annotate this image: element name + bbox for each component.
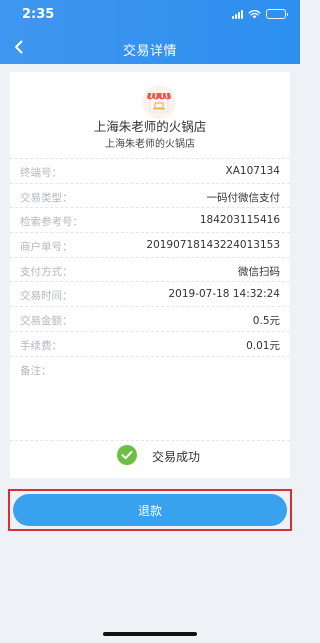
store-icon [142,85,176,119]
detail-row-reference: 检索参考号： 184203115416 [10,207,290,232]
detail-list: 终端号： XA107134 交易类型： 一码付微信支付 检索参考号： 18420… [10,158,290,380]
detail-value: 0.01元 [246,339,280,352]
store-name: 上海朱老师的火锅店 [93,119,207,134]
detail-value: 0.5元 [252,315,280,328]
detail-label: 交易时间： [20,290,73,303]
detail-label: 交易类型： [20,191,73,204]
detail-value: 20190718143224013153 [146,239,280,252]
status-icons [232,9,288,19]
refund-highlight-box: 退款 [8,489,292,531]
transaction-status: 交易成功 [10,440,290,472]
battery-icon [266,9,288,19]
page-title: 交易详情 [122,44,177,59]
store-subname: 上海朱老师的火锅店 [105,139,195,150]
detail-label: 商户单号： [20,241,73,254]
detail-value: 2019-07-18 14:32:24 [168,288,280,301]
refund-button[interactable]: 退款 [13,494,287,526]
app-header: 2:35 交易详情 [0,0,300,64]
detail-label: 交易金额： [20,315,73,328]
check-circle-icon [117,445,137,465]
status-bar: 2:35 [0,0,300,26]
detail-row-time: 交易时间： 2019-07-18 14:32:24 [10,281,290,306]
home-indicator [103,632,197,636]
status-time: 2:35 [22,7,55,22]
detail-row-type: 交易类型： 一码付微信支付 [10,182,290,208]
wifi-icon [248,10,261,19]
detail-label: 手续费： [20,339,62,352]
detail-row-terminal: 终端号： XA107134 [10,158,290,183]
detail-value: 一码付微信支付 [206,191,281,204]
detail-row-payment-method: 支付方式： 微信扫码 [10,256,290,282]
detail-row-fee: 手续费： 0.01元 [10,330,290,356]
signal-icon [232,9,243,19]
detail-value: 微信扫码 [238,265,280,278]
detail-label: 终端号： [20,167,62,179]
detail-value: XA107134 [225,165,280,177]
detail-row-amount: 交易金额： 0.5元 [10,306,290,331]
detail-label: 检索参考号： [20,216,83,229]
status-text: 交易成功 [152,450,201,464]
detail-row-remark: 备注： [10,355,290,381]
detail-label: 备注： [20,364,52,377]
detail-label: 支付方式： [20,265,73,278]
detail-value: 184203115416 [199,214,280,227]
detail-row-order-no: 商户单号： 20190718143224013153 [10,232,290,257]
